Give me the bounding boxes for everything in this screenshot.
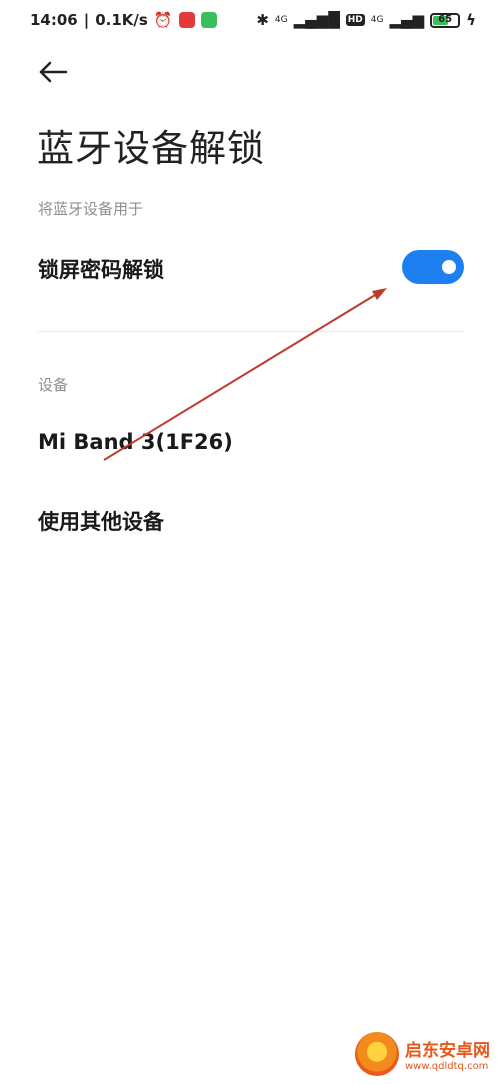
signal-bars-icon: ▂▄▆█	[293, 11, 340, 29]
battery-icon: 65	[430, 12, 461, 28]
hd-badge: HD	[345, 14, 365, 26]
watermark-url: www.qdldtq.com	[405, 1061, 489, 1072]
status-time: 14:06	[30, 11, 78, 29]
divider	[37, 331, 464, 332]
device-item-mi-band[interactable]: Mi Band 3(1F26)	[38, 430, 233, 454]
watermark: 启东安卓网 www.qdldtq.com	[355, 1032, 490, 1076]
lock-screen-unlock-label[interactable]: 锁屏密码解锁	[38, 254, 164, 284]
bluetooth-icon: ✱	[256, 11, 269, 29]
battery-percent: 65	[438, 13, 453, 25]
netease-music-icon	[178, 12, 195, 28]
lock-screen-unlock-toggle[interactable]	[402, 250, 464, 284]
watermark-logo-icon	[355, 1032, 399, 1076]
watermark-name: 启东安卓网	[405, 1041, 490, 1061]
status-separator: |	[83, 11, 90, 29]
app-notification-icon	[200, 12, 217, 28]
signal-1-label: 4G	[274, 14, 288, 25]
status-bar: 14:06 | 0.1K/s ⏰ ✱ 4G ▂▄▆█ HD 4G ▂▄▆ 65 …	[0, 0, 500, 42]
back-button[interactable]	[36, 56, 72, 88]
use-other-device-item[interactable]: 使用其他设备	[38, 506, 164, 536]
page-title: 蓝牙设备解锁	[37, 127, 265, 170]
toggle-knob	[442, 260, 456, 274]
section-header-devices: 设备	[38, 376, 69, 394]
signal-2-label: 4G	[370, 14, 384, 25]
charging-icon: ϟ	[466, 11, 476, 29]
signal-bars-icon: ▂▄▆	[389, 11, 425, 29]
status-net-speed: 0.1K/s	[95, 11, 148, 29]
section-header-use-for: 将蓝牙设备用于	[38, 200, 144, 218]
alarm-icon: ⏰	[153, 11, 173, 29]
back-arrow-icon	[39, 61, 68, 83]
